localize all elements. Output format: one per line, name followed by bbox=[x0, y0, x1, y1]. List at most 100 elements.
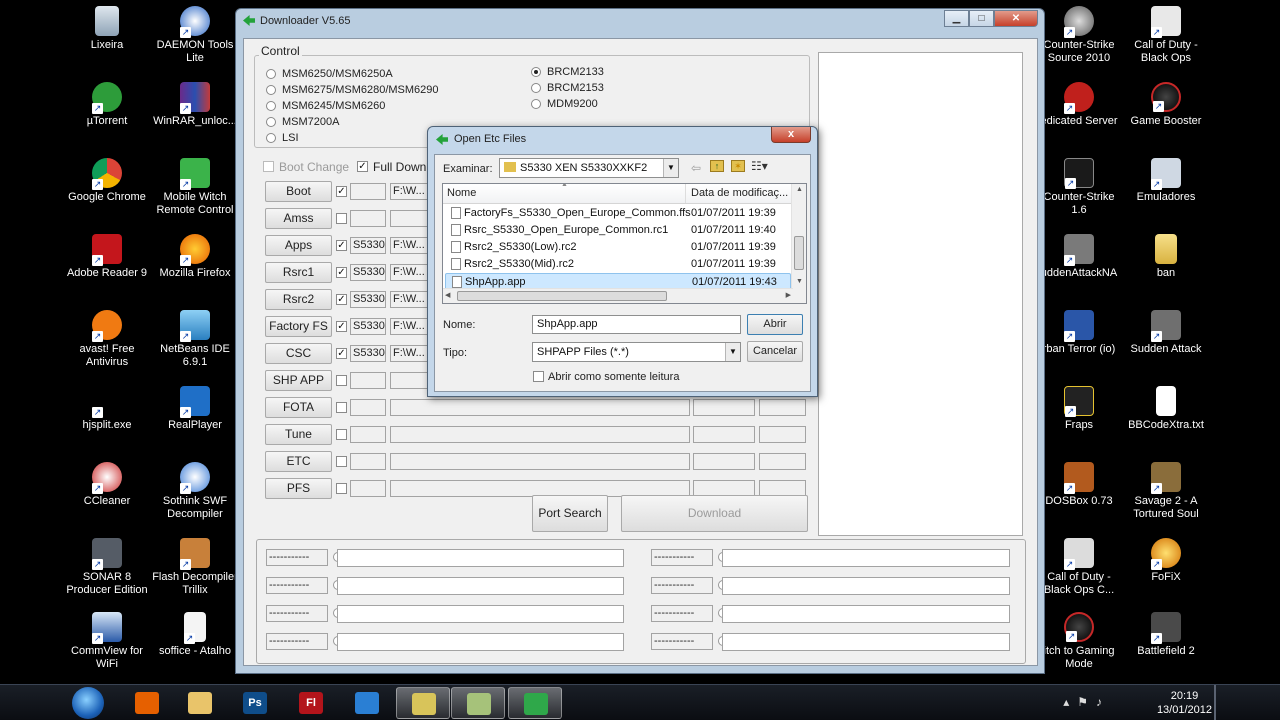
taskbar-app[interactable] bbox=[340, 687, 394, 719]
desktop-icon[interactable]: avast! Free Antivirus bbox=[64, 310, 150, 369]
column-date-header[interactable]: Data de modificaç... bbox=[691, 187, 788, 199]
desktop-icon[interactable]: Call of Duty - Black Ops C... bbox=[1036, 538, 1122, 597]
horizontal-scrollbar[interactable]: ◀ ▶ bbox=[443, 288, 793, 303]
desktop-icon[interactable]: edicated Server bbox=[1036, 82, 1122, 128]
desktop-icon[interactable]: ban bbox=[1123, 234, 1209, 280]
file-row-checkbox[interactable] bbox=[336, 213, 347, 224]
open-button[interactable]: Abrir bbox=[747, 314, 803, 335]
show-desktop-button[interactable] bbox=[1214, 685, 1216, 720]
file-type-button[interactable]: Tune bbox=[265, 424, 332, 445]
desktop-icon[interactable]: rban Terror (io) bbox=[1036, 310, 1122, 356]
file-row-checkbox[interactable]: ✓ bbox=[336, 186, 347, 197]
chipset-radio[interactable]: LSI bbox=[266, 132, 299, 144]
window-titlebar[interactable]: Downloader V5.65 ▁ □ ✕ bbox=[236, 9, 1044, 31]
taskbar-app[interactable] bbox=[508, 687, 562, 719]
desktop-icon[interactable]: NetBeans IDE 6.9.1 bbox=[152, 310, 238, 369]
dialog-close-button[interactable]: x bbox=[771, 127, 811, 143]
volume-icon[interactable]: ♪ bbox=[1096, 695, 1110, 709]
chipset-radio[interactable]: MSM6275/MSM6280/MSM6290 bbox=[266, 84, 439, 96]
filetype-select[interactable]: SHPAPP Files (*.*) ▼ bbox=[532, 342, 741, 362]
desktop-icon[interactable]: CommView for WiFi bbox=[64, 612, 150, 671]
file-type-button[interactable]: FOTA bbox=[265, 397, 332, 418]
new-folder-icon[interactable]: ✶ bbox=[731, 160, 745, 172]
file-row-checkbox[interactable] bbox=[336, 483, 347, 494]
view-menu-icon[interactable]: ☷▾ bbox=[751, 159, 768, 173]
scroll-right-icon[interactable]: ▶ bbox=[786, 291, 791, 299]
filename-input[interactable]: ShpApp.app bbox=[532, 315, 741, 334]
desktop-icon[interactable]: Google Chrome bbox=[64, 158, 150, 204]
desktop-icon[interactable]: Lixeira bbox=[64, 6, 150, 52]
port-search-button[interactable]: Port Search bbox=[532, 495, 608, 532]
file-list-row[interactable]: Rsrc_S5330_Open_Europe_Common.rc1 01/07/2… bbox=[445, 222, 791, 239]
desktop-icon[interactable]: Adobe Reader 9 bbox=[64, 234, 150, 280]
file-row-checkbox[interactable]: ✓ bbox=[336, 240, 347, 251]
desktop-icon[interactable]: Sothink SWF Decompiler bbox=[152, 462, 238, 521]
file-list-row[interactable]: FactoryFs_S5330_Open_Europe_Common.ffs 01… bbox=[445, 205, 791, 222]
scroll-up-icon[interactable]: ▲ bbox=[796, 186, 803, 193]
desktop-icon[interactable]: FoFiX bbox=[1123, 538, 1209, 584]
desktop-icon[interactable]: CCleaner bbox=[64, 462, 150, 508]
chipset-radio[interactable]: MSM7200A bbox=[266, 116, 339, 128]
up-folder-icon[interactable]: ↑ bbox=[710, 160, 724, 172]
back-icon[interactable]: ⇦ bbox=[691, 161, 701, 175]
chevron-down-icon[interactable]: ▼ bbox=[663, 159, 678, 177]
file-list-row[interactable]: Rsrc2_S5330(Low).rc2 01/07/2011 19:39 bbox=[445, 239, 791, 256]
taskbar-app[interactable]: Ps bbox=[228, 687, 282, 719]
desktop-icon[interactable]: Battlefield 2 bbox=[1123, 612, 1209, 658]
look-in-combo[interactable]: S5330 XEN S5330XXKF2 ▼ bbox=[499, 158, 679, 178]
scroll-thumb[interactable] bbox=[794, 236, 804, 270]
file-type-button[interactable]: ETC bbox=[265, 451, 332, 472]
column-name-header[interactable]: Nome bbox=[447, 187, 476, 199]
full-download-checkbox[interactable]: ✓ bbox=[357, 161, 368, 172]
desktop-icon[interactable]: µTorrent bbox=[64, 82, 150, 128]
desktop-icon[interactable]: DOSBox 0.73 bbox=[1036, 462, 1122, 508]
readonly-checkbox[interactable] bbox=[533, 371, 544, 382]
maximize-button[interactable]: □ bbox=[969, 10, 994, 27]
taskbar-app[interactable] bbox=[396, 687, 450, 719]
taskbar-app[interactable] bbox=[173, 687, 227, 719]
file-row-checkbox[interactable] bbox=[336, 456, 347, 467]
file-list-row[interactable]: Rsrc2_S5330(Mid).rc2 01/07/2011 19:39 bbox=[445, 256, 791, 273]
taskbar-app[interactable]: Fl bbox=[284, 687, 338, 719]
file-type-button[interactable]: Amss bbox=[265, 208, 332, 229]
file-row-checkbox[interactable]: ✓ bbox=[336, 294, 347, 305]
desktop-icon[interactable]: Counter-Strike Source 2010 bbox=[1036, 6, 1122, 65]
cancel-button[interactable]: Cancelar bbox=[747, 341, 803, 362]
desktop-icon[interactable]: Savage 2 - A Tortured Soul bbox=[1123, 462, 1209, 521]
desktop-icon[interactable]: Game Booster bbox=[1123, 82, 1209, 128]
scroll-thumb[interactable] bbox=[457, 291, 667, 301]
file-row-checkbox[interactable] bbox=[336, 402, 347, 413]
desktop-icon[interactable]: hjsplit.exe bbox=[64, 386, 150, 432]
taskbar-app[interactable] bbox=[120, 687, 174, 719]
file-row-checkbox[interactable] bbox=[336, 429, 347, 440]
minimize-button[interactable]: ▁ bbox=[944, 10, 969, 27]
desktop-icon[interactable]: RealPlayer bbox=[152, 386, 238, 432]
chipset-radio[interactable]: MDM9200 bbox=[531, 98, 598, 110]
file-type-button[interactable]: Factory FS bbox=[265, 316, 332, 337]
file-type-button[interactable]: CSC bbox=[265, 343, 332, 364]
desktop-icon[interactable]: WinRAR_unloc... bbox=[152, 82, 238, 128]
network-icon[interactable]: ⚑ bbox=[1077, 695, 1096, 709]
start-button[interactable] bbox=[64, 686, 114, 720]
desktop-icon[interactable]: uddenAttackNA bbox=[1036, 234, 1122, 280]
boot-change-checkbox[interactable] bbox=[263, 161, 274, 172]
file-row-checkbox[interactable]: ✓ bbox=[336, 267, 347, 278]
vertical-scrollbar[interactable]: ▲ ▼ bbox=[791, 184, 806, 303]
desktop-icon[interactable]: Call of Duty - Black Ops bbox=[1123, 6, 1209, 65]
desktop-icon[interactable]: Emuladores bbox=[1123, 158, 1209, 204]
chipset-radio[interactable]: BRCM2133 bbox=[531, 66, 604, 78]
chevron-down-icon[interactable]: ▼ bbox=[725, 343, 740, 361]
desktop-icon[interactable]: Mobile Witch Remote Control bbox=[152, 158, 238, 217]
scroll-down-icon[interactable]: ▼ bbox=[796, 278, 803, 285]
desktop-icon[interactable]: Flash Decompiler Trillix bbox=[152, 538, 238, 597]
taskbar-app[interactable] bbox=[451, 687, 505, 719]
file-type-button[interactable]: Rsrc1 bbox=[265, 262, 332, 283]
scroll-left-icon[interactable]: ◀ bbox=[445, 291, 450, 299]
chipset-radio[interactable]: MSM6245/MSM6260 bbox=[266, 100, 385, 112]
clock[interactable]: 20:19 13/01/2012 bbox=[1157, 689, 1212, 717]
desktop-icon[interactable]: Sudden Attack bbox=[1123, 310, 1209, 356]
file-row-checkbox[interactable]: ✓ bbox=[336, 321, 347, 332]
tray-arrow-icon[interactable]: ▴ bbox=[1063, 695, 1077, 709]
desktop-icon[interactable]: BBCodeXtra.txt bbox=[1123, 386, 1209, 432]
desktop-icon[interactable]: soffice - Atalho bbox=[152, 612, 238, 658]
